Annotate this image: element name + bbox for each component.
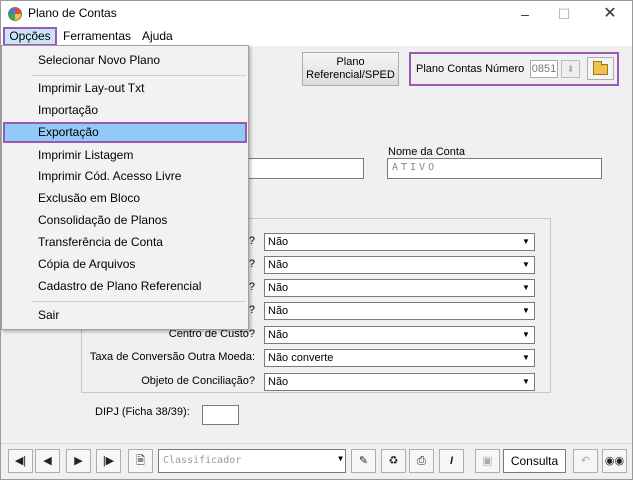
menu-item-sair[interactable]: Sair <box>3 305 247 326</box>
first-record-icon[interactable]: ◀| <box>8 449 33 473</box>
bottom-toolbar: ◀| ◀ ▶ |▶ 🗎 Classificador ▼ ✎ ♻ ⎙ I ▣ Con… <box>1 443 632 479</box>
app-icon <box>8 7 22 21</box>
recycle-delete-icon[interactable]: ♻ <box>381 449 406 473</box>
chevron-down-icon[interactable]: ▼ <box>519 375 533 389</box>
edit-document-icon[interactable]: ✎ <box>351 449 376 473</box>
taxa-conversao-select[interactable]: Não converte ▼ <box>264 349 535 367</box>
consulta-mode-field[interactable]: Consulta <box>503 449 566 473</box>
menu-item-selecionar-novo-plano[interactable]: Selecionar Novo Plano <box>3 50 247 71</box>
last-record-icon[interactable]: |▶ <box>96 449 121 473</box>
folder-icon <box>593 61 608 75</box>
undo-icon[interactable]: ↶ <box>573 449 598 473</box>
plano-contas-numero-field[interactable]: 0851 <box>530 60 558 78</box>
option-value: Não <box>268 376 289 388</box>
objeto-conciliacao-select[interactable]: Não ▼ <box>264 373 535 391</box>
plano-referencial-sped-button[interactable]: Plano Referencial/SPED <box>302 52 399 86</box>
menu-item-transferencia-de-conta[interactable]: Transferência de Conta <box>3 232 247 253</box>
opcoes-dropdown-menu: Selecionar Novo Plano Imprimir Lay-out T… <box>1 45 249 330</box>
dipj-input[interactable] <box>202 405 239 425</box>
menu-separator <box>32 75 246 76</box>
option-value: Não <box>268 305 289 317</box>
plano-contas-numero-label: Plano Contas Número <box>416 63 525 75</box>
taxa-conversao-label: Taxa de Conversão Outra Moeda: <box>89 351 255 363</box>
chevron-down-icon[interactable]: ▼ <box>519 351 533 365</box>
nome-da-conta-label: Nome da Conta <box>388 146 466 158</box>
menu-ferramentas[interactable]: Ferramentas <box>59 27 135 46</box>
option-value: Não converte <box>268 352 334 364</box>
next-record-icon[interactable]: ▶ <box>66 449 91 473</box>
previous-record-icon[interactable]: ◀ <box>35 449 60 473</box>
main-window: Plano de Contas – ☐ ✕ Opções Ferramentas… <box>0 0 633 480</box>
menu-item-imprimir-cod-acesso-livre[interactable]: Imprimir Cód. Acesso Livre <box>3 166 247 187</box>
chevron-down-icon[interactable]: ▼ <box>519 281 533 295</box>
menu-item-exportacao[interactable]: Exportação <box>3 122 247 143</box>
title-bar: Plano de Contas – ☐ ✕ <box>1 1 632 26</box>
centro-de-custo-select[interactable]: Não ▼ <box>264 326 535 344</box>
menu-item-imprimir-layout-txt[interactable]: Imprimir Lay-out Txt <box>3 78 247 99</box>
plano-contas-numero-group: Plano Contas Número 0851 ⬇ <box>409 52 619 86</box>
open-folder-button[interactable] <box>587 57 614 80</box>
classificador-input[interactable]: Classificador ▼ <box>158 449 346 473</box>
menu-item-consolidacao-de-planos[interactable]: Consolidação de Planos <box>3 210 247 231</box>
menu-item-cadastro-plano-referencial[interactable]: Cadastro de Plano Referencial <box>3 276 247 297</box>
menu-item-importacao[interactable]: Importação <box>3 100 247 121</box>
save-icon[interactable]: ▣ <box>475 449 500 473</box>
italic-info-icon[interactable]: I <box>439 449 464 473</box>
menu-opcoes[interactable]: Opções <box>3 27 57 46</box>
chevron-down-icon[interactable]: ▼ <box>519 304 533 318</box>
option-select[interactable]: Não ▼ <box>264 279 535 297</box>
chevron-down-icon[interactable]: ▼ <box>519 328 533 342</box>
option-value: Não <box>268 259 289 271</box>
window-title: Plano de Contas <box>28 6 117 20</box>
menu-item-imprimir-listagem[interactable]: Imprimir Listagem <box>3 145 247 166</box>
maximize-icon[interactable]: ☐ <box>550 4 578 24</box>
conta-field[interactable] <box>241 158 364 179</box>
menu-ajuda[interactable]: Ajuda <box>138 27 177 46</box>
dipj-label: DIPJ (Ficha 38/39): <box>95 406 190 418</box>
option-select[interactable]: Não ▼ <box>264 233 535 251</box>
option-select[interactable]: Não ▼ <box>264 256 535 274</box>
binoculars-search-icon[interactable]: ◉◉ <box>602 449 627 473</box>
option-select[interactable]: Não ▼ <box>264 302 535 320</box>
objeto-conciliacao-label: Objeto de Conciliação? <box>141 375 255 387</box>
menu-item-copia-de-arquivos[interactable]: Cópia de Arquivos <box>3 254 247 275</box>
printer-icon[interactable]: ⎙ <box>409 449 434 473</box>
download-icon[interactable]: ⬇ <box>561 60 580 78</box>
menu-separator <box>32 301 246 302</box>
option-value: Não <box>268 329 289 341</box>
menu-item-exclusao-em-bloco[interactable]: Exclusão em Bloco <box>3 188 247 209</box>
option-value: Não <box>268 282 289 294</box>
chevron-down-icon[interactable]: ▼ <box>519 258 533 272</box>
new-document-icon[interactable]: 🗎 <box>128 449 153 473</box>
minimize-icon[interactable]: – <box>511 4 539 24</box>
option-value: Não <box>268 236 289 248</box>
menu-bar: Opções Ferramentas Ajuda <box>1 26 632 46</box>
chevron-down-icon[interactable]: ▼ <box>519 235 533 249</box>
chevron-down-icon[interactable]: ▼ <box>338 454 343 463</box>
nome-da-conta-input[interactable]: ATIVO <box>387 158 602 179</box>
classificador-placeholder: Classificador <box>163 455 242 466</box>
close-icon[interactable]: ✕ <box>596 4 624 24</box>
